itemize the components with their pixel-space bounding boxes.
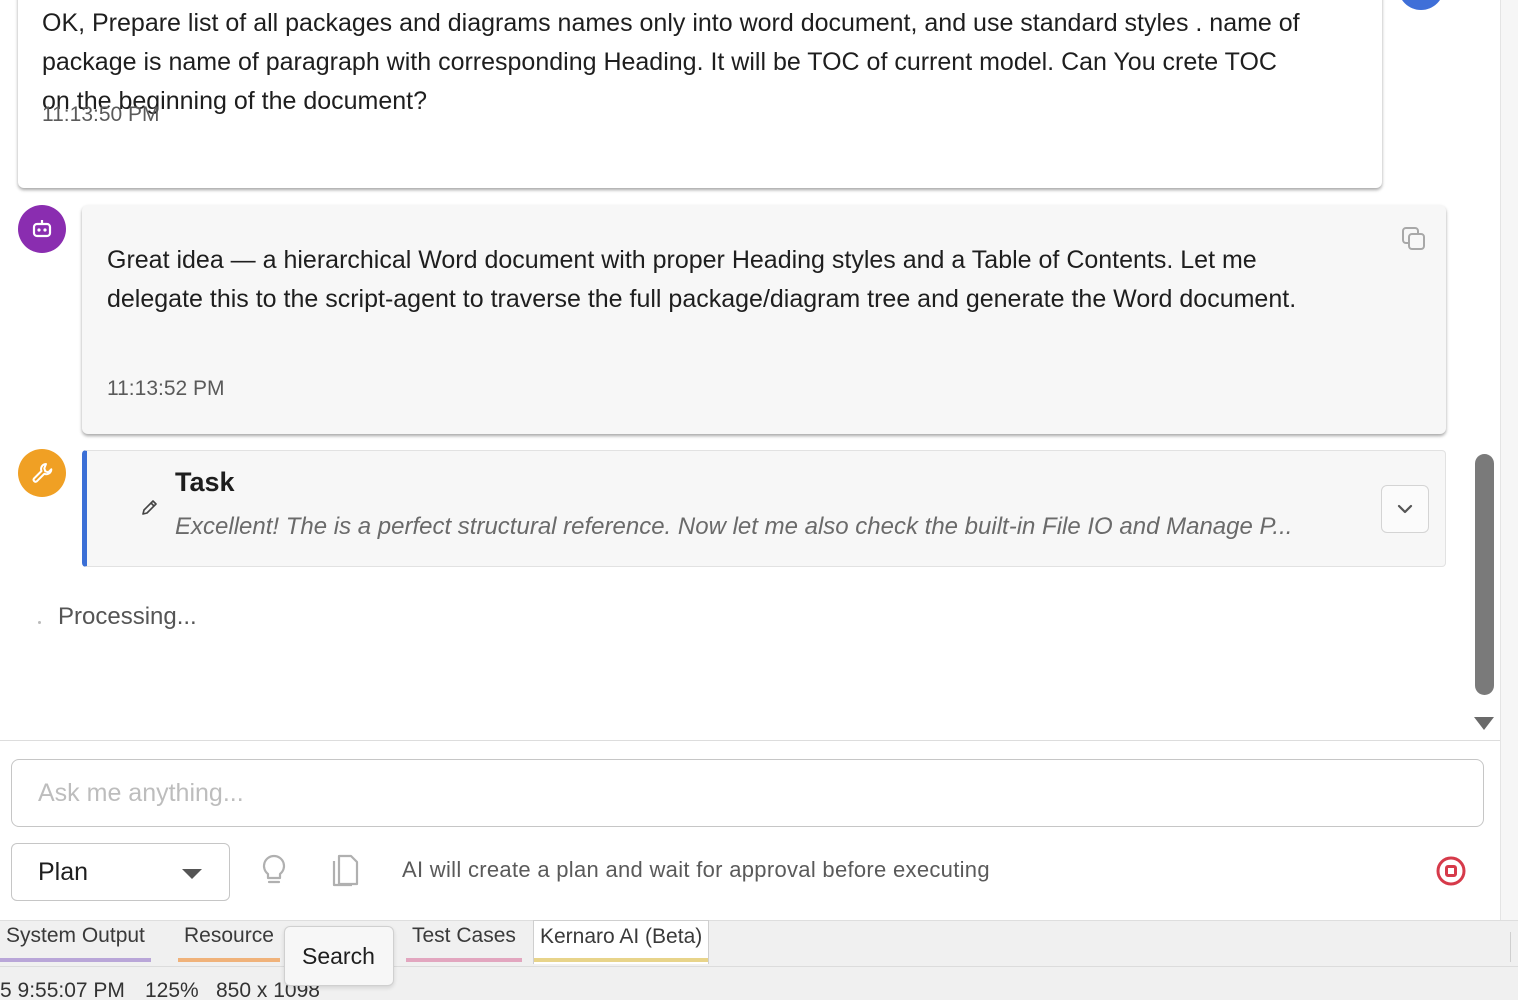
scrollbar-track[interactable]	[1500, 0, 1518, 920]
mode-select[interactable]: Plan	[11, 843, 230, 901]
tab-kernaro-ai[interactable]: Kernaro AI (Beta)	[533, 920, 710, 964]
tab-underline	[406, 958, 522, 962]
status-time: 5 9:55:07 PM	[0, 979, 125, 1000]
pencil-icon	[142, 500, 157, 515]
tab-system-output[interactable]: System Output	[0, 920, 151, 964]
user-message-timestamp: 11:13:50 PM	[42, 103, 160, 126]
copy-icon[interactable]	[1400, 225, 1428, 253]
processing-status: Processing...	[58, 603, 197, 630]
chat-input[interactable]	[11, 759, 1484, 827]
task-title: Task	[175, 467, 235, 497]
assistant-message-timestamp: 11:13:52 PM	[107, 377, 225, 400]
mode-select-value: Plan	[38, 858, 89, 886]
tab-label: System Output	[6, 924, 145, 947]
user-message: OK, Prepare list of all packages and dia…	[18, 0, 1382, 188]
tab-label: Resource	[184, 924, 274, 947]
scrollbar-thumb[interactable]	[1475, 454, 1494, 695]
chat-scroll-area[interactable]: OK, Prepare list of all packages and dia…	[0, 0, 1500, 740]
robot-icon	[18, 205, 66, 253]
tab-label: Kernaro AI (Beta)	[540, 925, 703, 948]
user-avatar	[1398, 0, 1444, 10]
tab-test-cases[interactable]: Test Cases	[406, 920, 522, 964]
wrench-icon	[18, 449, 66, 497]
task-card[interactable]: Task Excellent! The is a perfect structu…	[82, 450, 1446, 567]
mode-hint-text: AI will create a plan and wait for appro…	[402, 857, 990, 882]
tab-underline	[534, 958, 709, 962]
stop-icon[interactable]	[1435, 855, 1467, 887]
tab-underline	[0, 958, 151, 962]
tab-underline	[178, 958, 280, 962]
assistant-message-text: Great idea — a hierarchical Word documen…	[107, 246, 1297, 313]
assistant-message: Great idea — a hierarchical Word documen…	[82, 205, 1446, 434]
processing-spinner	[38, 621, 41, 624]
tab-bar-edge	[1510, 932, 1518, 962]
composer-divider	[0, 740, 1500, 741]
tab-resource[interactable]: Resource	[178, 920, 280, 964]
clipboard-icon[interactable]	[328, 852, 362, 888]
ai-assistant-panel: OK, Prepare list of all packages and dia…	[0, 0, 1518, 1000]
user-message-text: OK, Prepare list of all packages and dia…	[42, 9, 1300, 115]
status-zoom: 125%	[145, 979, 199, 1000]
search-tooltip: Search	[284, 926, 394, 986]
expand-task-button[interactable]	[1381, 485, 1429, 533]
status-bar: 5 9:55:07 PM 125% 850 x 1098	[0, 966, 1518, 1000]
caret-down-icon	[182, 869, 202, 879]
scroll-down-arrow-icon[interactable]	[1474, 717, 1494, 730]
lightbulb-icon[interactable]	[258, 852, 290, 888]
tab-label: Test Cases	[412, 924, 516, 947]
task-description: Excellent! The is a perfect structural r…	[175, 513, 1293, 540]
chevron-down-icon	[1397, 504, 1413, 514]
